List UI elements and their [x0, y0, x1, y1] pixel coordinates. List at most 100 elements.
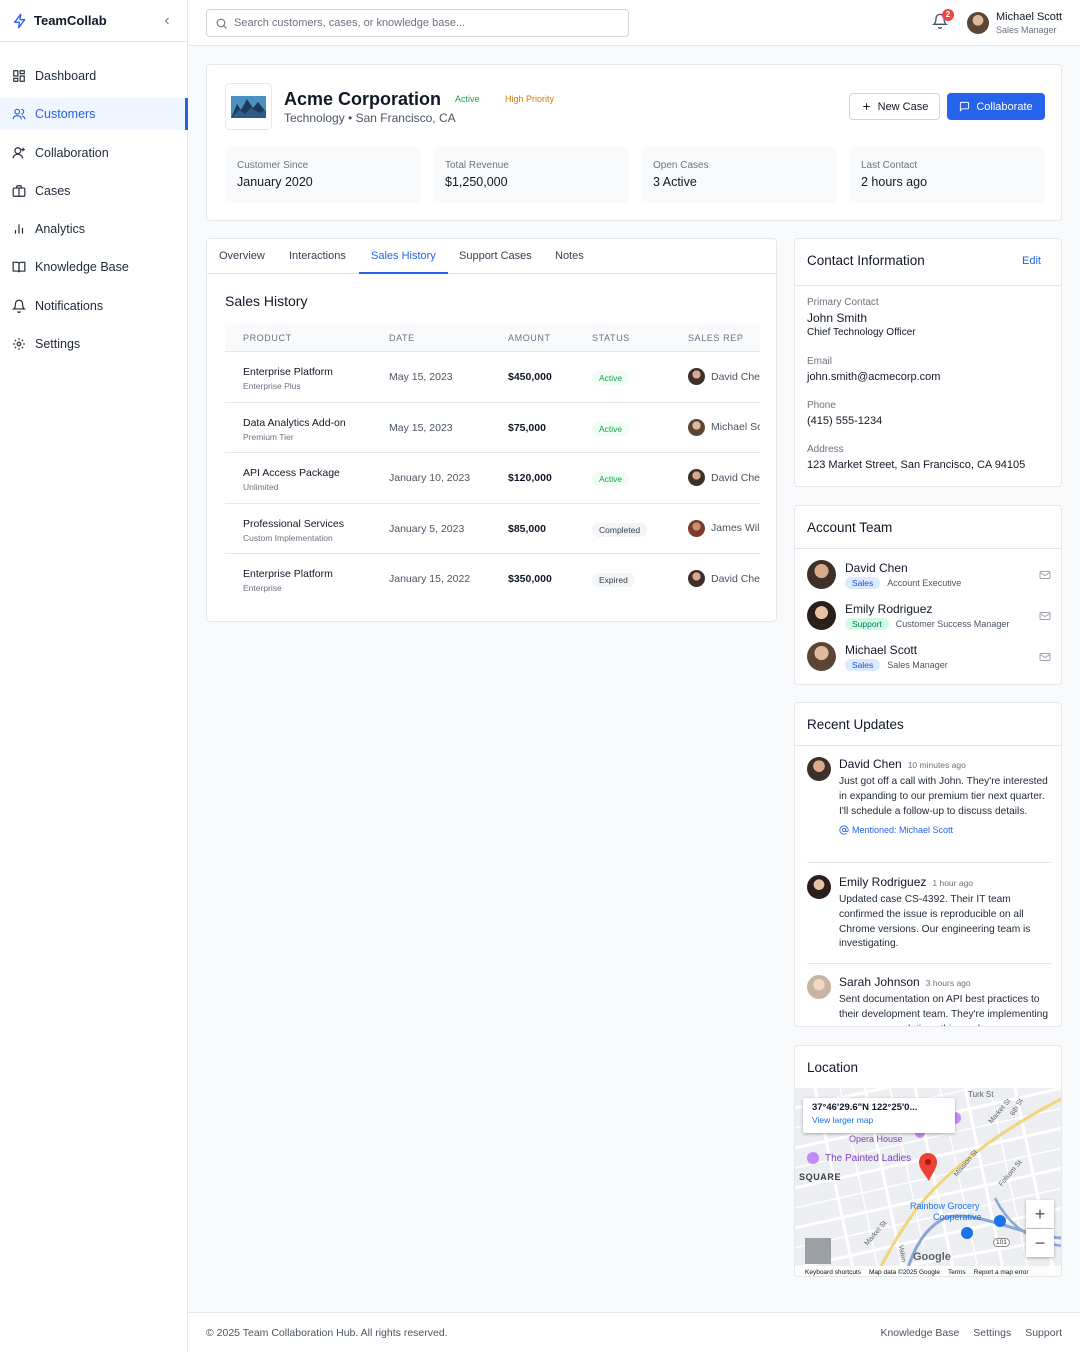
- avatar: [688, 519, 705, 537]
- tab-support-cases[interactable]: Support Cases: [459, 239, 532, 274]
- sales-rep: David Chen: [688, 469, 760, 487]
- sidebar-item-collaboration[interactable]: Collaboration: [0, 137, 187, 169]
- primary-contact-title: Chief Technology Officer: [807, 327, 916, 338]
- stat-value: 2 hours ago: [861, 175, 928, 189]
- avatar: [688, 418, 705, 436]
- sidebar-item-analytics[interactable]: Analytics: [0, 213, 187, 245]
- team-member[interactable]: David Chen Sales Account Executive: [807, 560, 1051, 589]
- mail-icon[interactable]: [1039, 569, 1051, 581]
- avatar: [807, 757, 831, 781]
- mention-link[interactable]: Mentioned: Michael Scott: [839, 825, 1051, 835]
- sidebar-item-settings[interactable]: Settings: [0, 328, 187, 360]
- section-title: Sales History: [225, 293, 308, 309]
- sidebar-item-customers[interactable]: Customers: [0, 98, 188, 131]
- sale-amount: $450,000: [508, 371, 552, 383]
- tab-notes[interactable]: Notes: [555, 239, 584, 274]
- table-row[interactable]: Professional Services Custom Implementati…: [225, 504, 760, 555]
- zoom-in-button[interactable]: +: [1026, 1200, 1054, 1228]
- table-row[interactable]: Enterprise Platform Enterprise Plus May 1…: [225, 352, 760, 403]
- search-input[interactable]: [234, 17, 614, 29]
- collapse-chevron-icon[interactable]: [161, 15, 173, 27]
- stat-customer-since: Customer Since January 2020: [225, 147, 421, 203]
- email-field: Email john.smith@acmecorp.com: [807, 356, 940, 383]
- tab-bar: Overview Interactions Sales History Supp…: [207, 239, 776, 274]
- member-role: Account Executive: [887, 577, 962, 588]
- new-case-button[interactable]: New Case: [849, 93, 940, 120]
- team-member[interactable]: Michael Scott Sales Sales Manager: [807, 642, 1051, 671]
- status-badge: Active: [592, 371, 630, 385]
- email-value[interactable]: john.smith@acmecorp.com: [807, 371, 940, 383]
- map-label: Turk St: [968, 1090, 994, 1099]
- sidebar-item-dashboard[interactable]: Dashboard: [0, 60, 187, 92]
- new-case-label: New Case: [877, 100, 929, 113]
- sales-rep-name: David Chen: [711, 471, 760, 484]
- footer-link-support[interactable]: Support: [1025, 1327, 1062, 1339]
- sales-rep-name: David Chen: [711, 572, 760, 585]
- minus-icon: −: [1034, 1232, 1046, 1253]
- status-badge: Expired: [592, 573, 635, 588]
- update-time: 3 hours ago: [925, 978, 971, 988]
- sales-rep: Michael Scott: [688, 418, 760, 436]
- avatar: [688, 469, 705, 487]
- table-row[interactable]: Enterprise Platform Enterprise January 15…: [225, 554, 760, 604]
- copyright-text: © 2025 Team Collaboration Hub. All right…: [206, 1327, 448, 1339]
- update-time: 1 hour ago: [932, 878, 974, 888]
- stat-value: 3 Active: [653, 175, 697, 189]
- view-larger-map-link[interactable]: View larger map: [812, 1115, 946, 1125]
- product-tier: Enterprise: [243, 583, 282, 594]
- map-label: SQUARE: [799, 1172, 842, 1182]
- customer-header-card: Acme Corporation Technology • San Franci…: [206, 64, 1062, 221]
- phone-value[interactable]: (415) 555-1234: [807, 415, 882, 427]
- card-title: Account Team: [807, 520, 893, 535]
- divider: [795, 745, 1061, 746]
- mail-icon[interactable]: [1039, 651, 1051, 663]
- table-row[interactable]: Data Analytics Add-on Premium Tier May 15…: [225, 403, 760, 454]
- map-footer: Keyboard shortcuts Map data ©2025 Google…: [795, 1266, 1061, 1276]
- keyboard-shortcuts-link[interactable]: Keyboard shortcuts: [805, 1269, 861, 1276]
- card-title: Contact Information: [807, 253, 925, 268]
- avatar: [967, 12, 989, 34]
- column-header: SALES REP: [688, 333, 744, 343]
- collaborate-button[interactable]: Collaborate: [947, 93, 1045, 120]
- team-tag: Support: [845, 617, 889, 630]
- company-subtitle: Technology • San Francisco, CA: [284, 111, 456, 125]
- product-name: Enterprise Platform: [243, 366, 333, 378]
- card-title: Location: [807, 1060, 859, 1075]
- users-icon: [12, 109, 26, 120]
- mail-icon[interactable]: [1039, 610, 1051, 622]
- notification-bell[interactable]: 2: [931, 9, 954, 34]
- collaboration-icon: [12, 146, 25, 158]
- tab-sales-history[interactable]: Sales History: [359, 239, 448, 274]
- sidebar-item-notifications[interactable]: Notifications: [0, 290, 187, 322]
- zoom-out-button[interactable]: −: [1026, 1229, 1054, 1257]
- sidebar-item-knowledge-base[interactable]: Knowledge Base: [0, 251, 187, 283]
- bar-chart-icon: [14, 224, 24, 234]
- plus-icon: [862, 103, 870, 110]
- table-row[interactable]: API Access Package Unlimited January 10, …: [225, 453, 760, 504]
- product-tier: Premium Tier: [243, 431, 294, 442]
- footer-link-settings[interactable]: Settings: [973, 1327, 1011, 1339]
- terms-link[interactable]: Terms: [948, 1269, 966, 1276]
- sidebar-item-label: Knowledge Base: [35, 260, 129, 275]
- footer-link-knowledge-base[interactable]: Knowledge Base: [880, 1327, 959, 1339]
- sales-table: PRODUCT DATE AMOUNT STATUS SALES REP Ent…: [225, 324, 760, 604]
- update-text: Just got off a call with John. They're i…: [839, 776, 1048, 817]
- briefcase-icon: [12, 185, 26, 197]
- account-team-card: Account Team David Chen Sales Account Exe…: [794, 505, 1062, 685]
- sidebar-item-cases[interactable]: Cases: [0, 175, 187, 207]
- product-tier: Unlimited: [243, 482, 279, 493]
- user-menu[interactable]: Michael Scott Sales Manager: [967, 11, 1062, 35]
- report-error-link[interactable]: Report a map error: [974, 1269, 1029, 1276]
- team-member[interactable]: Emily Rodriguez Support Customer Success …: [807, 601, 1051, 630]
- update-item: Emily Rodriguez 1 hour ago Updated case C…: [807, 875, 1051, 952]
- app-name: TeamCollab: [34, 13, 107, 28]
- stat-value: $1,250,000: [445, 175, 508, 189]
- map[interactable]: Opera House The Painted Ladies SQUARE Ra…: [795, 1088, 1061, 1276]
- tab-interactions[interactable]: Interactions: [289, 239, 346, 274]
- field-label: Phone: [807, 400, 836, 411]
- search-icon: [216, 18, 227, 29]
- google-logo: Google: [913, 1251, 951, 1263]
- tab-overview[interactable]: Overview: [219, 239, 265, 274]
- edit-contact-link[interactable]: Edit: [1022, 255, 1041, 267]
- address-value: 123 Market Street, San Francisco, CA 941…: [807, 459, 1026, 471]
